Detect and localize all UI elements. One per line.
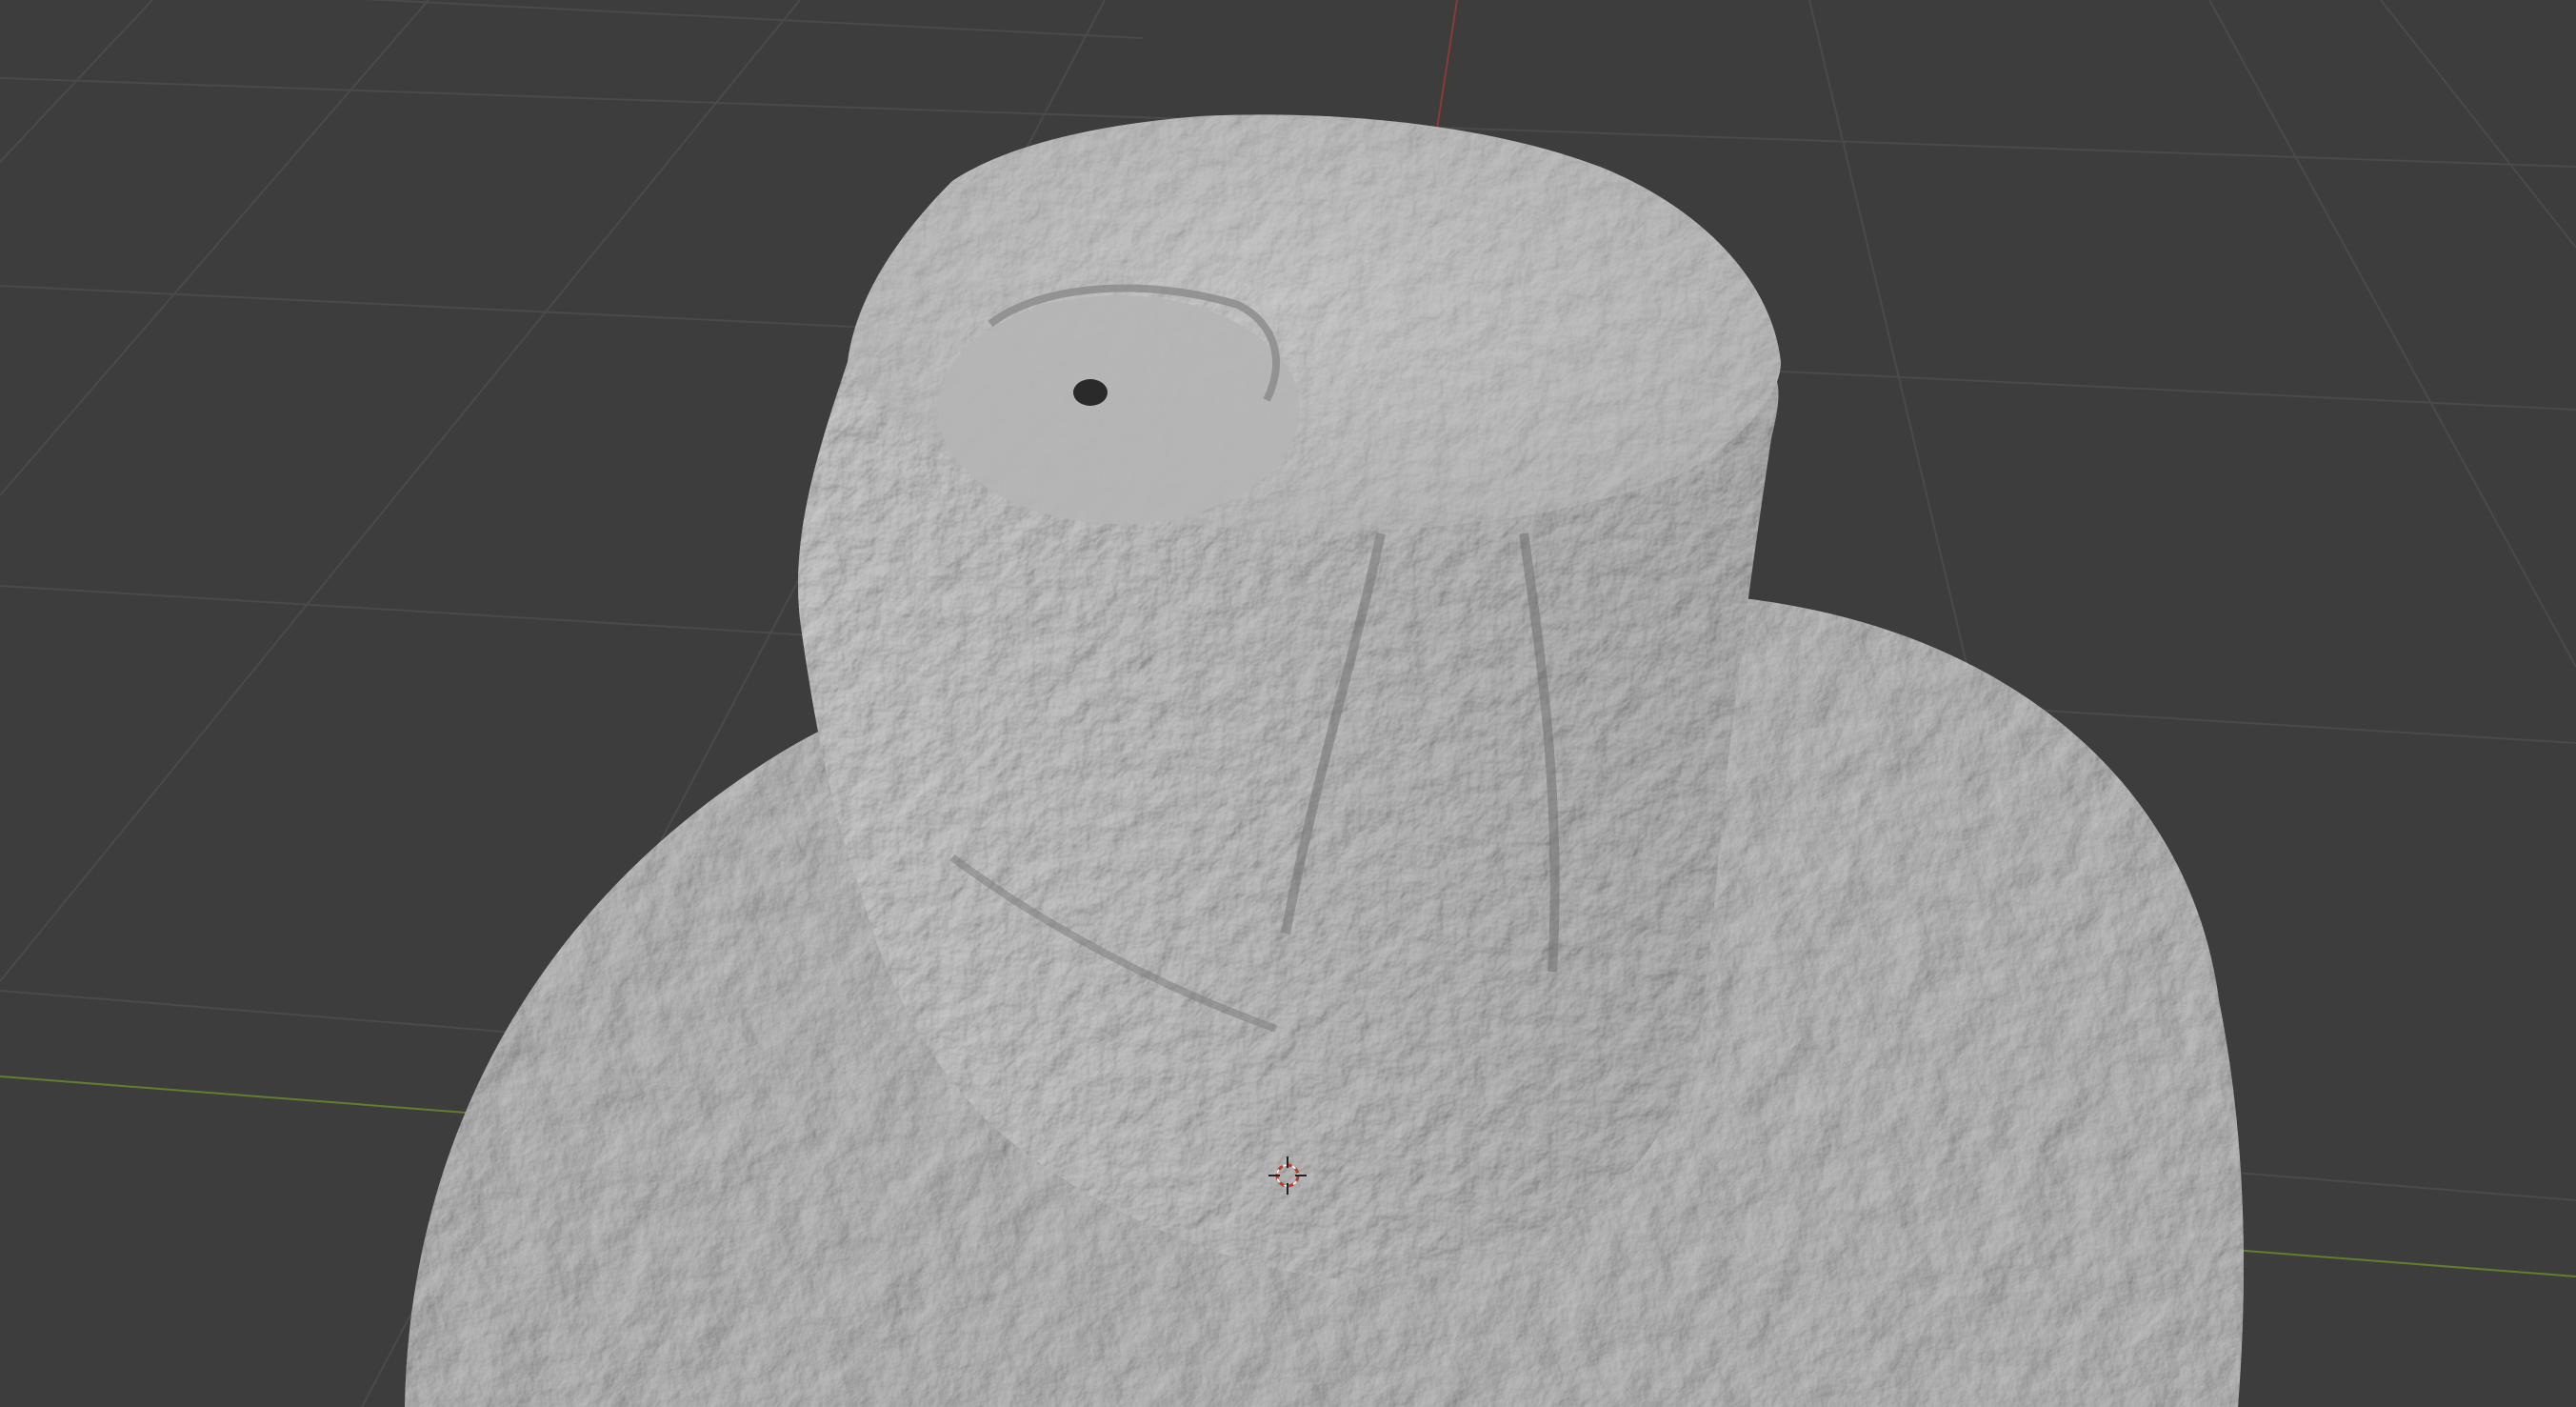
viewport-canvas[interactable] <box>0 0 2576 1407</box>
3d-viewport[interactable] <box>0 0 2576 1407</box>
